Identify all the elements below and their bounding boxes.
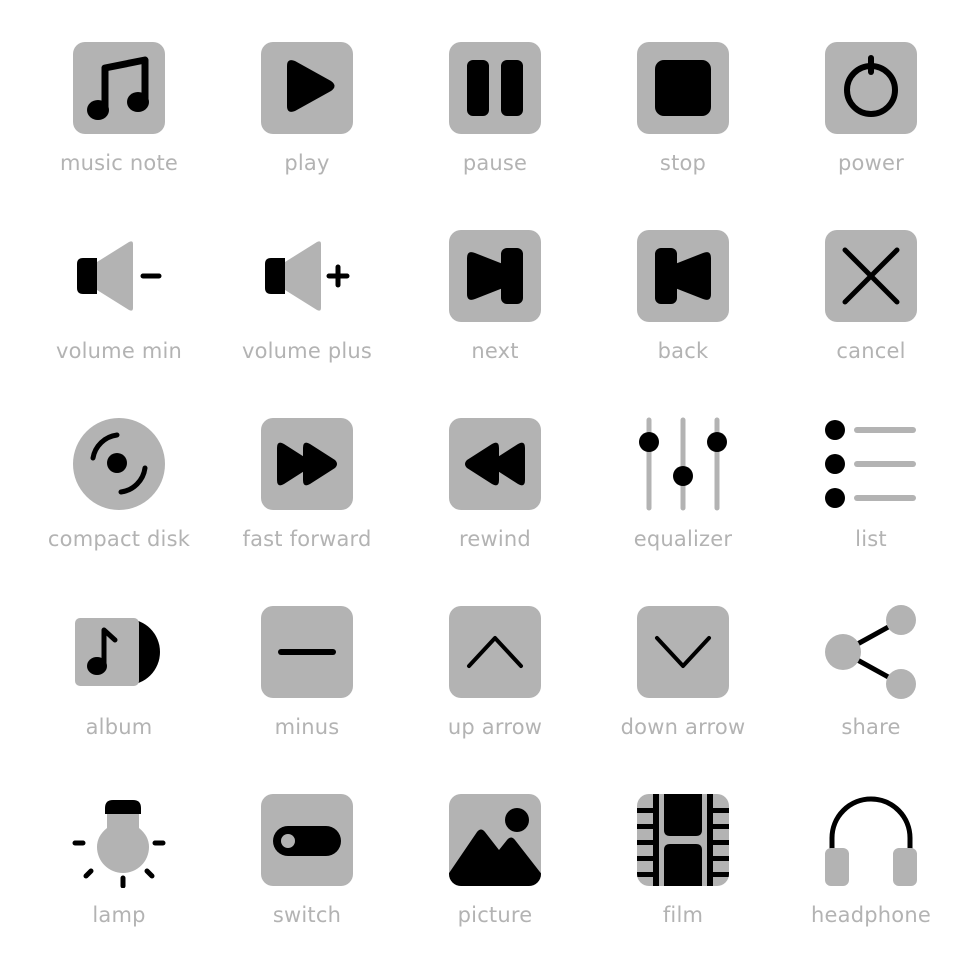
icon-cell-pause[interactable]: pause <box>401 40 589 228</box>
back-icon <box>637 230 729 322</box>
lamp-icon <box>72 800 166 888</box>
icon-label: equalizer <box>633 527 733 551</box>
icon-grid: music note play pause stop power volume … <box>25 40 965 980</box>
music-note-icon <box>73 42 165 134</box>
icon-cell-picture[interactable]: picture <box>401 792 589 980</box>
icon-cell-back[interactable]: back <box>589 228 777 416</box>
icon-cell-headphone[interactable]: headphone <box>777 792 965 980</box>
icon-label: headphone <box>811 903 931 927</box>
icon-label: music note <box>59 151 179 175</box>
icon-cell-music-note[interactable]: music note <box>25 40 213 228</box>
icon-label: switch <box>272 903 342 927</box>
icon-label: power <box>838 151 904 175</box>
icon-label: picture <box>457 903 533 927</box>
icon-label: rewind <box>459 527 531 551</box>
icon-cell-switch[interactable]: switch <box>213 792 401 980</box>
icon-label: lamp <box>92 903 146 927</box>
icon-label: cancel <box>836 339 906 363</box>
rewind-icon <box>449 418 541 510</box>
down-arrow-icon <box>637 606 729 698</box>
picture-icon <box>449 794 541 886</box>
icon-cell-volume-plus[interactable]: volume plus <box>213 228 401 416</box>
icon-cell-lamp[interactable]: lamp <box>25 792 213 980</box>
icon-label: up arrow <box>447 715 543 739</box>
icon-label: volume plus <box>241 339 373 363</box>
icon-cell-compact-disk[interactable]: compact disk <box>25 416 213 604</box>
icon-cell-share[interactable]: share <box>777 604 965 792</box>
icon-cell-down-arrow[interactable]: down arrow <box>589 604 777 792</box>
icon-cell-next[interactable]: next <box>401 228 589 416</box>
headphone-icon <box>825 796 917 886</box>
fast-forward-icon <box>261 418 353 510</box>
next-icon <box>449 230 541 322</box>
icon-cell-equalizer[interactable]: equalizer <box>589 416 777 604</box>
minus-icon <box>261 606 353 698</box>
icon-cell-cancel[interactable]: cancel <box>777 228 965 416</box>
icon-label: minus <box>274 715 340 739</box>
icon-cell-rewind[interactable]: rewind <box>401 416 589 604</box>
share-icon <box>825 605 916 699</box>
album-icon <box>75 618 160 686</box>
icon-cell-volume-min[interactable]: volume min <box>25 228 213 416</box>
icon-label: play <box>284 151 330 175</box>
icon-label: compact disk <box>47 527 191 551</box>
icon-cell-play[interactable]: play <box>213 40 401 228</box>
icon-label: stop <box>659 151 707 175</box>
volume-min-icon <box>77 241 162 311</box>
icon-label: volume min <box>55 339 183 363</box>
icon-label: back <box>657 339 709 363</box>
equalizer-icon <box>639 417 727 511</box>
power-icon <box>825 42 917 134</box>
pause-icon <box>449 42 541 134</box>
icon-label: next <box>471 339 519 363</box>
icon-label: list <box>855 527 887 551</box>
icon-label: fast forward <box>242 527 372 551</box>
icon-cell-fast-forward[interactable]: fast forward <box>213 416 401 604</box>
icon-cell-list[interactable]: list <box>777 416 965 604</box>
film-icon <box>637 794 729 886</box>
icon-cell-up-arrow[interactable]: up arrow <box>401 604 589 792</box>
compact-disk-icon <box>73 418 165 510</box>
icon-label: share <box>841 715 901 739</box>
icon-label: album <box>85 715 153 739</box>
icon-cell-album[interactable]: album <box>25 604 213 792</box>
icon-cell-power[interactable]: power <box>777 40 965 228</box>
play-icon <box>261 42 353 134</box>
icon-label: pause <box>462 151 528 175</box>
cancel-icon <box>825 230 917 322</box>
icon-label: film <box>662 903 704 927</box>
stop-icon <box>637 42 729 134</box>
icon-label: down arrow <box>620 715 746 739</box>
icon-cell-stop[interactable]: stop <box>589 40 777 228</box>
up-arrow-icon <box>449 606 541 698</box>
icon-cell-minus[interactable]: minus <box>213 604 401 792</box>
volume-plus-icon <box>265 241 350 311</box>
list-icon <box>825 420 916 508</box>
switch-icon <box>261 794 353 886</box>
icon-cell-film[interactable]: film <box>589 792 777 980</box>
